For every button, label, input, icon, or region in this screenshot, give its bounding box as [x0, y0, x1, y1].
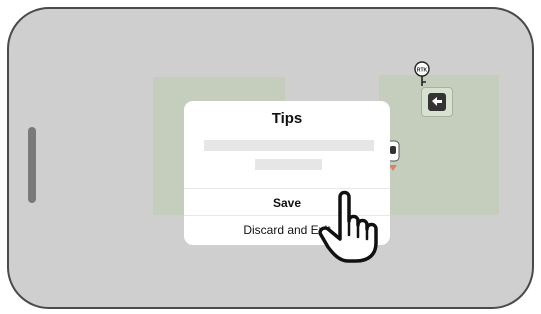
phone-frame: RTK Tips Save Discard and Exit — [7, 7, 534, 309]
rtk-station-icon: RTK — [414, 61, 430, 86]
rtk-label: RTK — [417, 68, 428, 74]
dialog-title: Tips — [271, 110, 303, 127]
charging-dock — [421, 87, 453, 117]
charging-dock-icon — [428, 93, 446, 111]
side-button — [28, 127, 36, 203]
message-placeholder-line — [255, 159, 322, 170]
hand-pointer-icon — [318, 190, 378, 263]
message-placeholder-line — [204, 140, 374, 151]
